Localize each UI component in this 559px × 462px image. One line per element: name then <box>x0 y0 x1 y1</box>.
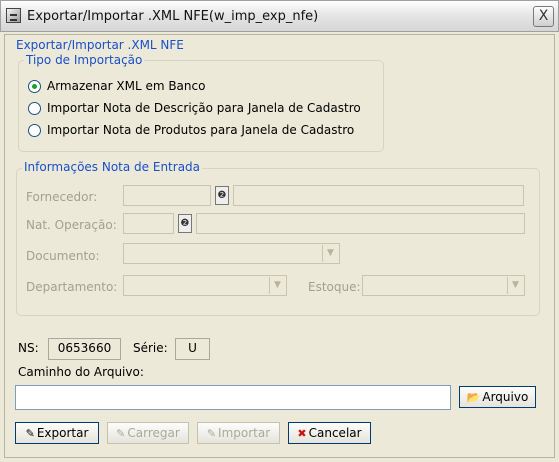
title-bar: Exportar/Importar .XML NFE(w_imp_exp_nfe… <box>0 0 559 32</box>
carregar-button[interactable]: ✎ Carregar <box>107 422 189 444</box>
serie-label: Série: <box>133 341 168 355</box>
documento-label: Documento: <box>26 249 100 263</box>
documento-select[interactable]: ▼ <box>123 243 340 264</box>
departamento-select[interactable]: ▼ <box>123 275 287 296</box>
cancelar-label: Cancelar <box>308 426 362 440</box>
nat-operacao-lookup-icon[interactable]: ❷ <box>178 214 192 233</box>
radio-label: Armazenar XML em Banco <box>47 79 206 93</box>
exportar-label: Exportar <box>36 426 89 440</box>
caminho-input[interactable] <box>15 385 451 410</box>
importar-label: Importar <box>218 426 271 440</box>
caminho-label: Caminho do Arquivo: <box>18 365 144 379</box>
ns-value: 0653660 <box>48 338 121 360</box>
fornecedor-name-field[interactable] <box>233 185 524 206</box>
folder-open-icon: 📂 <box>466 390 481 404</box>
radio-label: Importar Nota de Descrição para Janela d… <box>47 101 361 115</box>
tipo-importacao-legend: Tipo de Importação <box>24 53 145 67</box>
radio-importar-descricao[interactable]: Importar Nota de Descrição para Janela d… <box>28 100 361 116</box>
arquivo-button[interactable]: 📂 Arquivo <box>459 386 536 408</box>
estoque-label: Estoque: <box>308 280 361 294</box>
nat-operacao-label: Nat. Operação: <box>26 218 117 232</box>
radio-importar-produtos[interactable]: Importar Nota de Produtos para Janela de… <box>28 122 354 138</box>
main-group-legend: Exportar/Importar .XML NFE <box>16 38 184 52</box>
radio-label: Importar Nota de Produtos para Janela de… <box>47 123 355 137</box>
arquivo-label: Arquivo <box>482 390 529 404</box>
nat-operacao-name-field[interactable] <box>196 213 525 234</box>
close-button[interactable]: X <box>533 6 554 27</box>
radio-button-checked[interactable] <box>28 79 41 93</box>
carregar-label: Carregar <box>127 426 180 440</box>
app-icon <box>6 8 21 23</box>
departamento-label: Departamento: <box>26 280 118 294</box>
radio-button[interactable] <box>28 101 41 115</box>
nat-operacao-code-field[interactable] <box>123 213 174 234</box>
serie-value: U <box>175 338 210 360</box>
cancelar-button[interactable]: ✖ Cancelar <box>288 422 371 444</box>
estoque-select[interactable]: ▼ <box>362 275 525 296</box>
importar-button[interactable]: ✎ Importar <box>197 422 280 444</box>
radio-armazenar-xml[interactable]: Armazenar XML em Banco <box>28 78 205 94</box>
nota-entrada-legend: Informações Nota de Entrada <box>22 160 203 174</box>
fornecedor-code-field[interactable] <box>123 185 211 206</box>
exportar-button[interactable]: ✎ Exportar <box>15 422 99 444</box>
chevron-down-icon[interactable]: ▼ <box>322 245 338 262</box>
fornecedor-lookup-icon[interactable]: ❷ <box>215 186 229 205</box>
cancel-icon: ✖ <box>297 426 307 440</box>
export-icon: ✎ <box>25 426 35 440</box>
radio-button[interactable] <box>28 123 41 137</box>
load-icon: ✎ <box>116 426 126 440</box>
chevron-down-icon[interactable]: ▼ <box>507 277 523 294</box>
fornecedor-label: Fornecedor: <box>26 190 98 204</box>
window-title: Exportar/Importar .XML NFE(w_imp_exp_nfe… <box>27 9 319 24</box>
ns-label: NS: <box>18 341 39 355</box>
import-icon: ✎ <box>206 426 217 440</box>
chevron-down-icon[interactable]: ▼ <box>269 277 285 294</box>
